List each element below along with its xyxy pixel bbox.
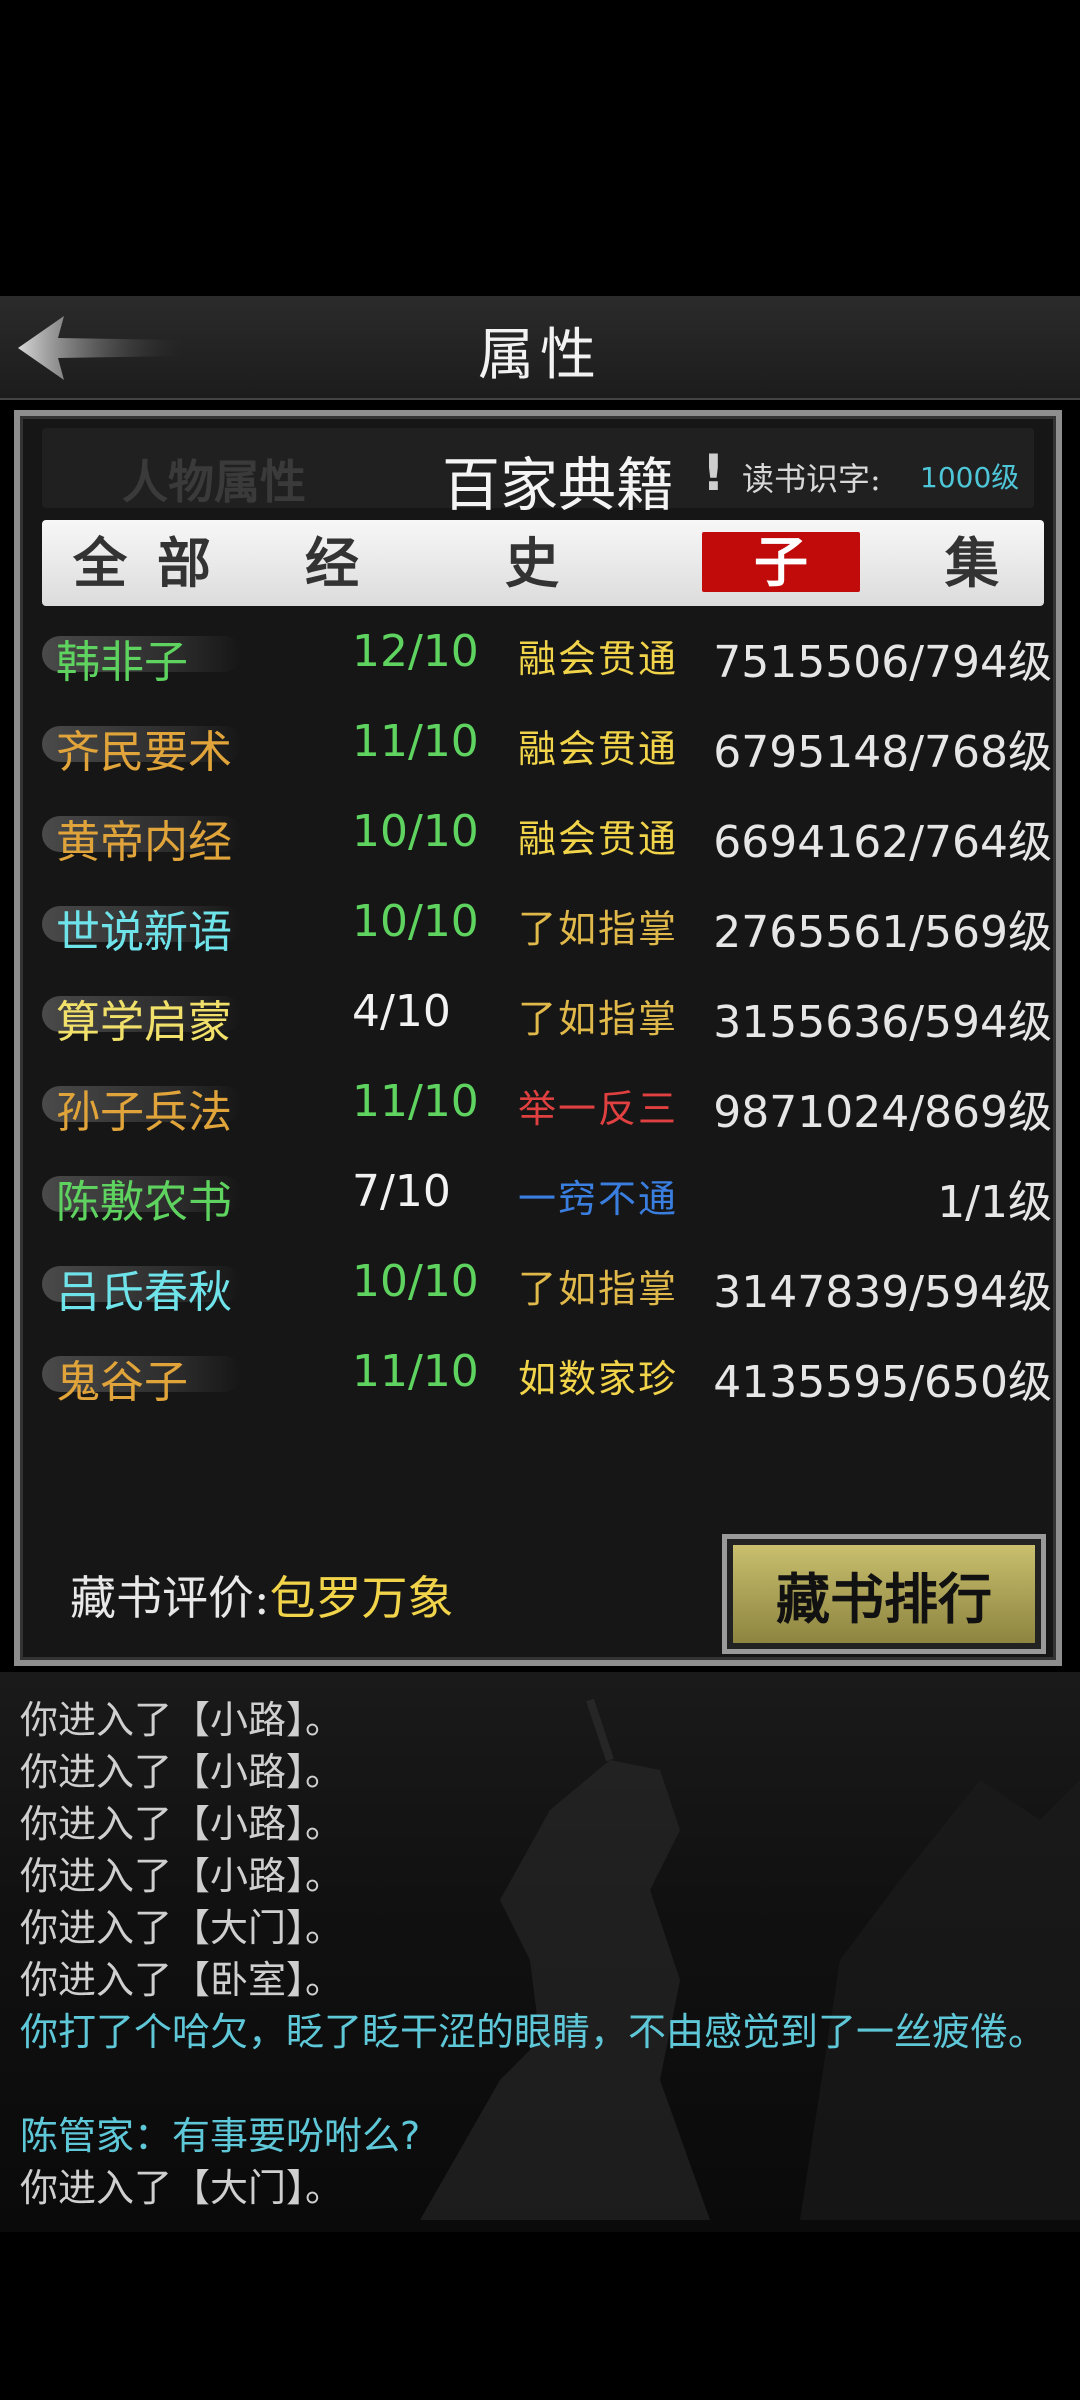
book-experience: 6795148/768级 [713, 727, 1052, 778]
book-experience: 7515506/794级 [713, 637, 1052, 688]
collection-ranking-label: 藏书排行 [733, 1545, 1035, 1643]
book-mastery: 了如指掌 [518, 1267, 679, 1311]
book-mastery: 如数家珍 [518, 1357, 679, 1401]
library-panel: 人物属性 百家典籍 ! 读书识字: 1000级 全部 经 史 子 集 韩非子 12… [14, 410, 1062, 1666]
log-line: 陈管家：有事要吩咐么? [20, 2114, 421, 2158]
book-name: 齐民要术 [56, 727, 232, 778]
book-experience: 4135595/650级 [713, 1357, 1052, 1408]
log-line: 你打了个哈欠，眨了眨干涩的眼睛，不由感觉到了一丝疲倦。 [20, 2010, 1047, 2054]
header-bar: 属性 [0, 296, 1080, 400]
panel-header: 人物属性 百家典籍 ! 读书识字: 1000级 [42, 428, 1034, 519]
tab-collections[interactable]: 集 [922, 526, 1022, 600]
book-mastery: 了如指掌 [518, 997, 679, 1041]
collection-ranking-button[interactable]: 藏书排行 [722, 1534, 1046, 1654]
book-name: 吕氏春秋 [56, 1267, 232, 1318]
log-line: 你进入了【小路】。 [20, 1802, 344, 1846]
book-experience: 3155636/594级 [713, 997, 1052, 1048]
book-progress: 10/10 [352, 1256, 479, 1307]
book-name: 算学启蒙 [56, 997, 232, 1048]
log-line: 你进入了【小路】。 [20, 1698, 344, 1742]
tab-all[interactable]: 全部 [72, 526, 242, 600]
library-title: 百家典籍 [442, 451, 675, 519]
character-attributes-tab[interactable]: 人物属性 [122, 446, 306, 512]
tab-history[interactable]: 史 [482, 526, 582, 600]
collection-evaluation: 藏书评价:包罗万象 [70, 1562, 454, 1628]
book-mastery: 融会贯通 [518, 727, 679, 771]
book-row[interactable]: 算学启蒙 4/10 了如指掌 3155636/594级 [42, 976, 1052, 1066]
category-tabs: 全部 经 史 子 集 [42, 520, 1044, 606]
literacy-value: 1000级 [920, 461, 1020, 494]
evaluation-value: 包罗万象 [269, 1571, 454, 1625]
book-name: 韩非子 [56, 637, 188, 688]
book-experience: 9871024/869级 [713, 1087, 1052, 1138]
status-area [0, 0, 1080, 296]
page-title: 属性 [478, 323, 602, 388]
tab-classics[interactable]: 经 [282, 526, 382, 600]
book-row[interactable]: 黄帝内经 10/10 融会贯通 6694162/764级 [42, 796, 1052, 886]
book-name: 陈敷农书 [56, 1177, 232, 1228]
book-row[interactable]: 陈敷农书 7/10 一窍不通 1/1级 [42, 1156, 1052, 1246]
book-progress: 10/10 [352, 896, 479, 947]
book-mastery: 融会贯通 [518, 637, 679, 681]
book-row[interactable]: 韩非子 12/10 融会贯通 7515506/794级 [42, 616, 1052, 706]
book-row[interactable]: 鬼谷子 11/10 如数家珍 4135595/650级 [42, 1336, 1052, 1426]
book-name: 世说新语 [56, 907, 232, 958]
log-line: 你进入了【小路】。 [20, 1750, 344, 1794]
book-progress: 10/10 [352, 806, 479, 857]
book-progress: 12/10 [352, 626, 479, 677]
book-row[interactable]: 孙子兵法 11/10 举一反三 9871024/869级 [42, 1066, 1052, 1156]
book-row[interactable]: 吕氏春秋 10/10 了如指掌 3147839/594级 [42, 1246, 1052, 1336]
log-line: 你进入了【卧室】。 [20, 1958, 344, 2002]
log-line: 你进入了【小路】。 [20, 1854, 344, 1898]
literacy-label: 读书识字: [742, 460, 881, 498]
book-mastery: 一窍不通 [518, 1177, 679, 1221]
book-row[interactable]: 齐民要术 11/10 融会贯通 6795148/768级 [42, 706, 1052, 796]
book-row[interactable]: 世说新语 10/10 了如指掌 2765561/569级 [42, 886, 1052, 976]
book-experience: 6694162/764级 [713, 817, 1052, 868]
book-experience: 1/1级 [937, 1177, 1052, 1228]
tab-philosophers[interactable]: 子 [702, 532, 860, 592]
book-name: 鬼谷子 [56, 1357, 188, 1408]
book-progress: 11/10 [352, 716, 479, 767]
book-experience: 3147839/594级 [713, 1267, 1052, 1318]
book-mastery: 举一反三 [518, 1087, 679, 1131]
log-line: 你进入了【大门】。 [20, 1906, 344, 1950]
info-icon[interactable]: ! [702, 444, 725, 502]
book-progress: 11/10 [352, 1076, 479, 1127]
book-name: 黄帝内经 [56, 817, 232, 868]
book-name: 孙子兵法 [56, 1087, 232, 1138]
log-line: 你进入了【大门】。 [20, 2166, 344, 2210]
evaluation-label: 藏书评价: [70, 1571, 270, 1625]
book-progress: 11/10 [352, 1346, 479, 1397]
book-mastery: 融会贯通 [518, 817, 679, 861]
message-log: 你进入了【小路】。 你进入了【小路】。 你进入了【小路】。 你进入了【小路】。 你进入了… [0, 1672, 1080, 2232]
book-mastery: 了如指掌 [518, 907, 679, 951]
book-progress: 4/10 [352, 986, 451, 1037]
book-experience: 2765561/569级 [713, 907, 1052, 958]
book-progress: 7/10 [352, 1166, 451, 1217]
